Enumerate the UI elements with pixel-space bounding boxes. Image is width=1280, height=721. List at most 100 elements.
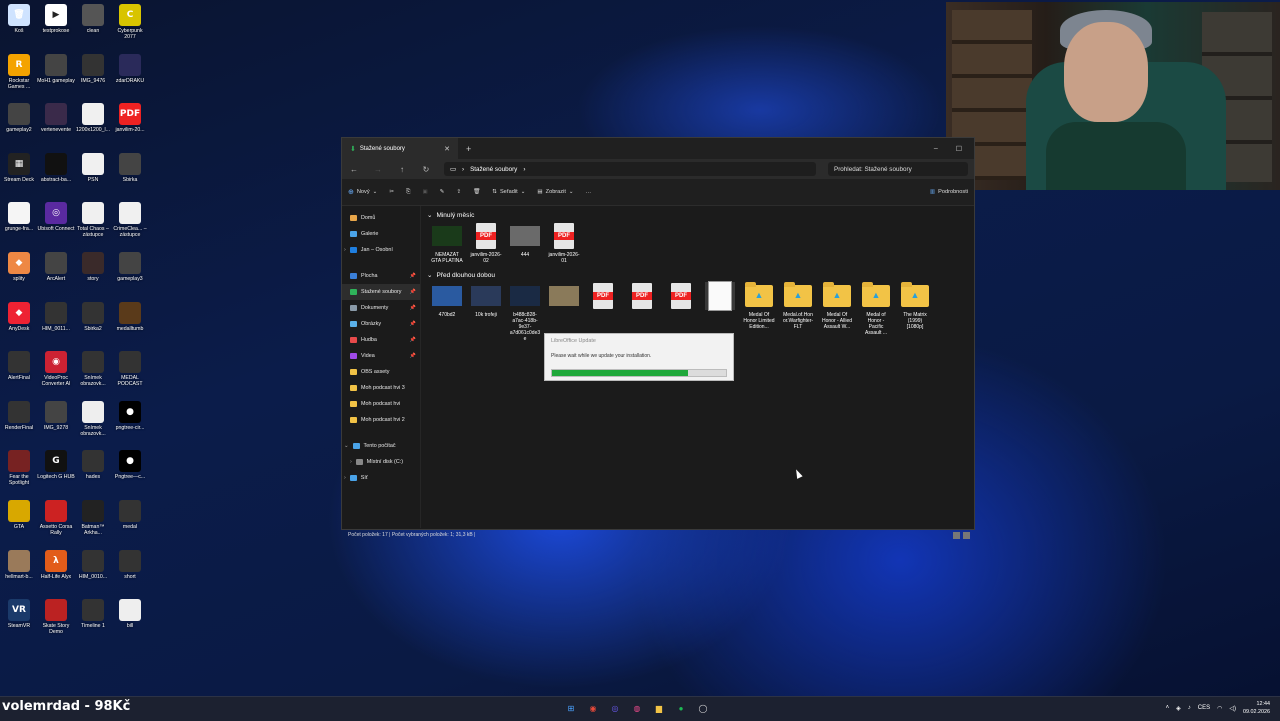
desktop-icon[interactable]: bill bbox=[111, 599, 149, 629]
desktop-icon[interactable]: Total Chaos – zástupce bbox=[74, 202, 112, 238]
desktop-icon[interactable]: 🗑 Koš bbox=[0, 4, 38, 34]
file-item[interactable]: NEMAZAT GTA PLATINA bbox=[431, 222, 463, 264]
clock[interactable]: 12:44 09.02.2026 bbox=[1243, 700, 1270, 716]
group-header-long-ago[interactable]: ⌄ Před dlouhou dobou bbox=[427, 268, 968, 282]
nav-item[interactable]: Hudba 📌 bbox=[342, 332, 420, 348]
breadcrumb[interactable]: Stažené soubory bbox=[470, 166, 517, 173]
desktop-icon[interactable]: Sbirka bbox=[111, 152, 149, 183]
nav-item[interactable]: Plocha 📌 bbox=[342, 268, 420, 284]
chrome-icon[interactable]: ◉ bbox=[586, 701, 600, 715]
desktop-icon[interactable]: abstract-ba... bbox=[37, 152, 75, 183]
expand-chevron-icon[interactable]: › bbox=[350, 459, 352, 465]
app3-icon[interactable]: ◍ bbox=[630, 701, 644, 715]
new-button[interactable]: ⊕ Nový ⌄ bbox=[348, 188, 377, 196]
file-item[interactable]: b488c828-a7ac-418b-9e37-a7d061c0de3e bbox=[509, 282, 541, 342]
start-icon[interactable]: ⊞ bbox=[564, 701, 578, 715]
desktop-icon[interactable]: IMG_9278 bbox=[37, 400, 75, 431]
desktop-icon[interactable]: medalltumb bbox=[111, 301, 149, 332]
desktop-icon[interactable]: Snímek obrazovk... bbox=[74, 400, 112, 437]
desktop-icon[interactable]: clean bbox=[74, 4, 112, 34]
nav-item[interactable]: ⌄ Tento počítač bbox=[342, 438, 420, 454]
nav-item[interactable]: › Jan – Osobní bbox=[342, 242, 420, 258]
file-item[interactable]: 470bd2 bbox=[431, 282, 463, 342]
desktop-icon[interactable]: MoH1 gameplay bbox=[37, 53, 75, 84]
desktop-icon[interactable]: MEDAL PODCAST bbox=[111, 351, 149, 387]
file-item[interactable]: ▲ Medal.of.Honor.Warfighter-FLT bbox=[782, 282, 814, 342]
desktop-icon[interactable]: AlertFinal bbox=[0, 351, 38, 381]
spotify-icon[interactable]: ● bbox=[674, 701, 688, 715]
tab-downloads[interactable]: ⬇ Stažené soubory ✕ bbox=[342, 138, 458, 159]
nav-item[interactable]: Moh podcast hvi 3 bbox=[342, 380, 420, 396]
nav-item[interactable]: Videa 📌 bbox=[342, 348, 420, 364]
file-item[interactable]: PDF janvilim-2026-01 bbox=[548, 222, 580, 264]
nav-item[interactable]: OBS assety bbox=[342, 364, 420, 380]
desktop-icon[interactable]: ● pngtree-cir... bbox=[111, 400, 149, 431]
desktop-icon[interactable]: Snímek obrazovk... bbox=[74, 351, 112, 387]
app2-icon[interactable]: ◎ bbox=[608, 701, 622, 715]
share-icon[interactable]: ⇪ bbox=[456, 189, 461, 195]
desktop-icon[interactable]: medal bbox=[111, 500, 149, 530]
desktop-icon[interactable]: HIM_0010... bbox=[74, 549, 112, 580]
up-arrow-icon[interactable]: ↑ bbox=[396, 165, 408, 174]
explorer-icon[interactable]: ▆ bbox=[652, 701, 666, 715]
desktop-icon[interactable]: λ Half-Life Alyx bbox=[37, 549, 75, 580]
chevron-up-icon[interactable]: ˄ bbox=[1166, 705, 1170, 711]
file-item[interactable]: ▲ Medal of Honor - Pacific Assault ... bbox=[860, 282, 892, 342]
expand-chevron-icon[interactable]: ⌄ bbox=[344, 443, 349, 449]
file-item[interactable]: 10k trofeji bbox=[470, 282, 502, 342]
more-options-button[interactable]: … bbox=[586, 189, 592, 195]
app6-icon[interactable]: ◯ bbox=[696, 701, 710, 715]
file-item[interactable]: ▲ Medal Of Honor - Allied Assault W... bbox=[821, 282, 853, 342]
new-tab-button[interactable]: + bbox=[466, 144, 471, 154]
desktop-icon[interactable]: Fear the Spotlight bbox=[0, 450, 38, 486]
file-item[interactable]: ▲ The Matrix (1999) [1080p] bbox=[899, 282, 931, 342]
details-view-icon[interactable] bbox=[953, 531, 960, 539]
desktop-icon[interactable]: ◆ splity bbox=[0, 252, 38, 282]
file-item[interactable]: 444 bbox=[509, 222, 541, 264]
desktop-icon[interactable]: ▶ testprokose bbox=[37, 4, 75, 34]
nav-item[interactable]: Dokumenty 📌 bbox=[342, 300, 420, 316]
desktop-icon[interactable]: vertenevente bbox=[37, 103, 75, 133]
language-indicator[interactable]: CES bbox=[1198, 705, 1210, 711]
nav-item[interactable]: Moh podcast hvi 2 bbox=[342, 412, 420, 428]
desktop-icon[interactable]: Sbirka2 bbox=[74, 301, 112, 332]
maximize-icon[interactable]: ☐ bbox=[956, 145, 962, 153]
nav-item[interactable]: › Místní disk (C:) bbox=[342, 454, 420, 470]
desktop-icon[interactable]: ◉ VideoProc Converter AI bbox=[37, 351, 75, 387]
tiles-view-icon[interactable] bbox=[963, 531, 970, 539]
desktop-icon[interactable]: CrimeClea... – zástupce bbox=[111, 202, 149, 238]
network-icon[interactable]: ◈ bbox=[1176, 705, 1181, 712]
desktop-icon[interactable]: RenderFinal bbox=[0, 400, 38, 431]
desktop-icon[interactable]: GTA bbox=[0, 500, 38, 530]
desktop-icon[interactable]: C Cyberpunk 2077 bbox=[111, 4, 149, 40]
nav-item[interactable]: Moh podcast hvi bbox=[342, 396, 420, 412]
desktop-icon[interactable]: PSN bbox=[74, 152, 112, 183]
expand-chevron-icon[interactable]: › bbox=[344, 475, 346, 481]
expand-chevron-icon[interactable]: › bbox=[344, 247, 346, 253]
desktop-icon[interactable]: Timeline 1 bbox=[74, 599, 112, 629]
desktop-icon[interactable]: hades bbox=[74, 450, 112, 480]
file-item[interactable]: ▲ Medal Of Honor Limited Edition... bbox=[743, 282, 775, 342]
details-button[interactable]: ▥ Podrobnosti bbox=[930, 189, 968, 195]
nav-item[interactable]: Galerie bbox=[342, 226, 420, 242]
nav-item[interactable]: Stažené soubory 📌 bbox=[342, 284, 420, 300]
desktop-icon[interactable]: short bbox=[111, 549, 149, 580]
delete-icon[interactable]: 🗑 bbox=[473, 189, 480, 195]
desktop-icon[interactable]: ● Pngtree—c... bbox=[111, 450, 149, 480]
desktop-icon[interactable]: ◆ AnyDesk bbox=[0, 301, 38, 332]
desktop-icon[interactable]: gameplay2 bbox=[0, 103, 38, 133]
volume-icon[interactable]: ◁) bbox=[1229, 705, 1236, 712]
back-arrow-icon[interactable]: ← bbox=[348, 165, 360, 174]
minimize-icon[interactable]: – bbox=[934, 145, 938, 153]
address-bar[interactable]: ▭ › Stažené soubory › bbox=[444, 162, 816, 176]
desktop-icon[interactable]: Batman™ Arkha... bbox=[74, 500, 112, 536]
desktop-icon[interactable]: story bbox=[74, 252, 112, 282]
sort-button[interactable]: ⇅ Seřadit ⌄ bbox=[492, 189, 525, 195]
wifi-icon[interactable]: ◠ bbox=[1217, 705, 1222, 712]
desktop-icon[interactable]: grunge-fra... bbox=[0, 202, 38, 232]
close-tab-icon[interactable]: ✕ bbox=[444, 145, 450, 153]
desktop-icon[interactable]: IMG_9476 bbox=[74, 53, 112, 84]
copy-icon[interactable]: ⎘ bbox=[406, 189, 410, 196]
desktop-icon[interactable]: R Rockstar Games ... bbox=[0, 53, 38, 90]
desktop-icon[interactable]: ▦ Stream Deck bbox=[0, 152, 38, 183]
